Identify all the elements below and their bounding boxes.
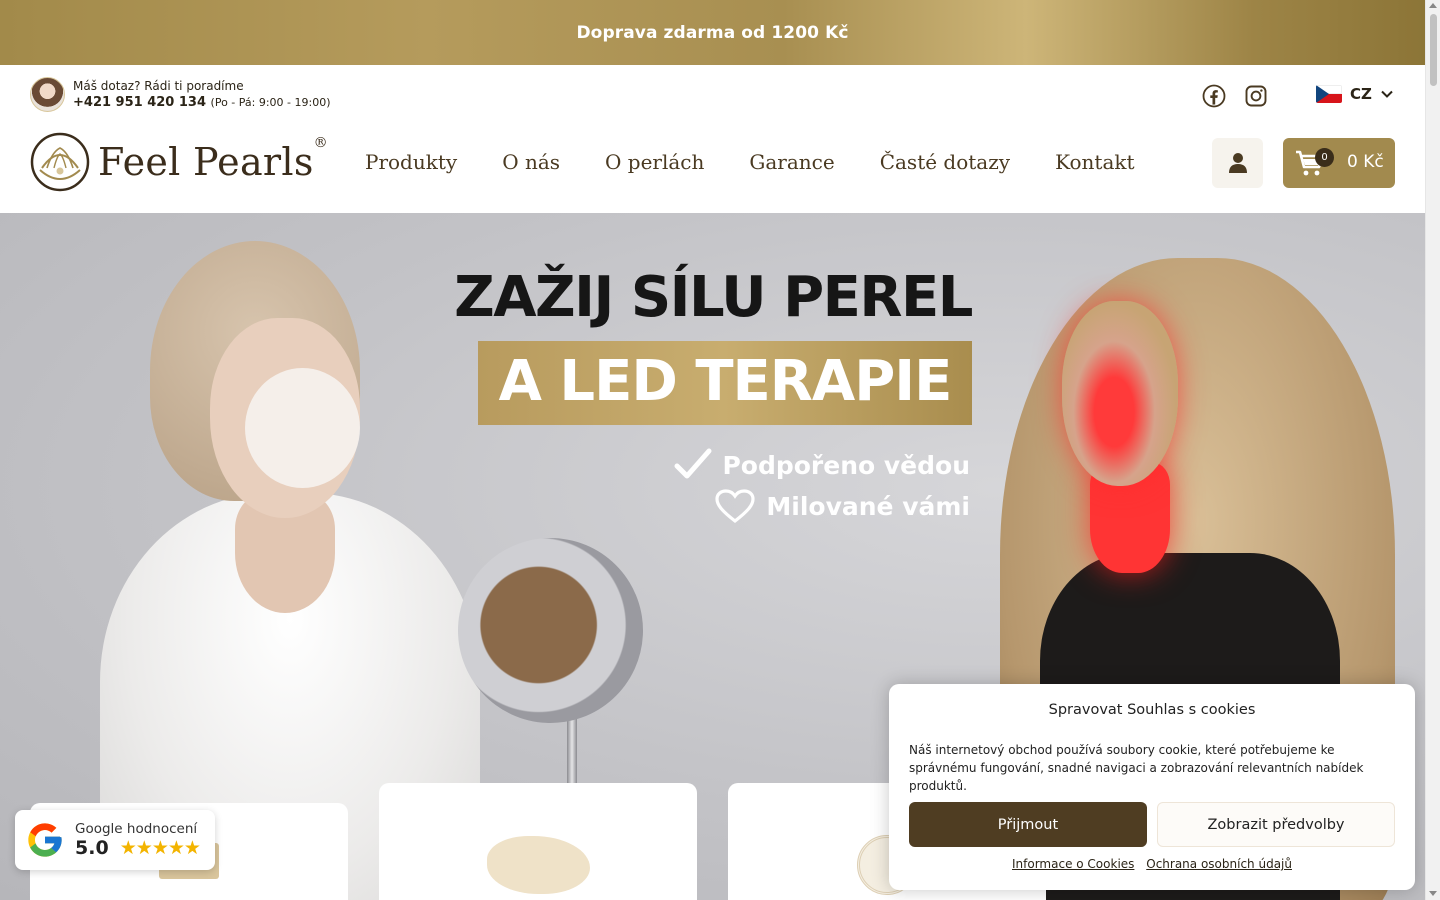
cookie-links: Informace o Cookies Ochrana osobních úda… bbox=[889, 857, 1415, 871]
promo-text: Doprava zdarma od 1200 Kč bbox=[576, 22, 849, 43]
cookie-info-link[interactable]: Informace o Cookies bbox=[1012, 857, 1134, 871]
google-rating-label: Google hodnocení bbox=[75, 821, 198, 837]
google-rating-stars: ★★★★★ bbox=[119, 837, 201, 859]
heart-icon bbox=[715, 489, 755, 524]
support-avatar bbox=[30, 77, 65, 112]
nav-item-o-nas[interactable]: O nás bbox=[502, 150, 560, 174]
promo-banner: Doprava zdarma od 1200 Kč bbox=[0, 0, 1425, 65]
google-rating-score: 5.0 bbox=[75, 837, 109, 859]
nav-item-produkty[interactable]: Produkty bbox=[365, 150, 457, 174]
nav-item-kontakt[interactable]: Kontakt bbox=[1055, 150, 1134, 174]
main-nav: Produkty O nás O perlách Garance Časté d… bbox=[365, 150, 1135, 174]
cart-total: 0 Kč bbox=[1347, 152, 1384, 172]
instagram-icon[interactable] bbox=[1244, 84, 1268, 108]
contact-block: Máš dotaz? Rádi ti poradíme +421 951 420… bbox=[30, 77, 331, 112]
hero-bullet-loved-text: Milované vámi bbox=[766, 491, 970, 521]
scrollbar-thumb[interactable] bbox=[1430, 14, 1437, 86]
hero-subheadline: A LED TERAPIE bbox=[498, 349, 953, 414]
cookie-accept-button[interactable]: Přijmout bbox=[909, 802, 1147, 847]
pearl-shell-logo-icon bbox=[30, 132, 90, 192]
page-scrollbar[interactable] bbox=[1425, 0, 1440, 900]
contact-question: Máš dotaz? Rádi ti poradíme bbox=[73, 78, 244, 93]
google-rating-widget[interactable]: Google hodnocení 5.0 ★★★★★ bbox=[15, 810, 215, 870]
hero-bullet-science-text: Podpořeno vědou bbox=[722, 450, 970, 480]
hero-bullet-science: Podpořeno vědou bbox=[674, 448, 970, 482]
hero-headline: ZAŽIJ SÍLU PEREL bbox=[454, 265, 973, 330]
scroll-up-icon[interactable] bbox=[1429, 3, 1437, 8]
privacy-policy-link[interactable]: Ochrana osobních údajů bbox=[1146, 857, 1292, 871]
cookie-title: Spravovat Souhlas s cookies bbox=[1048, 702, 1256, 718]
cookie-preferences-button[interactable]: Zobrazit předvolby bbox=[1157, 802, 1395, 847]
facebook-icon[interactable] bbox=[1202, 84, 1226, 108]
google-logo-icon bbox=[28, 823, 62, 857]
site-logo[interactable]: Feel Pearls® bbox=[30, 132, 328, 192]
chevron-down-icon bbox=[1381, 90, 1393, 98]
account-button[interactable] bbox=[1212, 138, 1263, 188]
language-code: CZ bbox=[1350, 85, 1372, 103]
scroll-down-icon[interactable] bbox=[1429, 891, 1437, 896]
nav-item-garance[interactable]: Garance bbox=[749, 150, 834, 174]
user-icon bbox=[1228, 153, 1247, 173]
nav-item-o-perlach[interactable]: O perlách bbox=[605, 150, 704, 174]
cart-count-badge: 0 bbox=[1315, 148, 1334, 167]
checkmark-icon bbox=[674, 448, 712, 479]
contact-phone-line[interactable]: +421 951 420 134 (Po - Pá: 9:00 - 19:00) bbox=[73, 94, 331, 112]
czech-flag-icon bbox=[1316, 85, 1342, 103]
contact-hours: (Po - Pá: 9:00 - 19:00) bbox=[210, 95, 331, 109]
cookie-body: Náš internetový obchod používá soubory c… bbox=[909, 743, 1364, 793]
nav-item-caste-dotazy[interactable]: Časté dotazy bbox=[880, 150, 1010, 174]
language-selector[interactable]: CZ bbox=[1316, 85, 1394, 103]
contact-phone[interactable]: +421 951 420 134 bbox=[73, 95, 206, 110]
logo-text: Feel Pearls® bbox=[98, 135, 328, 184]
cookie-consent-dialog: Spravovat Souhlas s cookies Náš internet… bbox=[889, 684, 1415, 890]
hero-bullet-loved: Milované vámi bbox=[714, 488, 970, 524]
cart-button[interactable]: 0 0 Kč bbox=[1283, 138, 1395, 188]
